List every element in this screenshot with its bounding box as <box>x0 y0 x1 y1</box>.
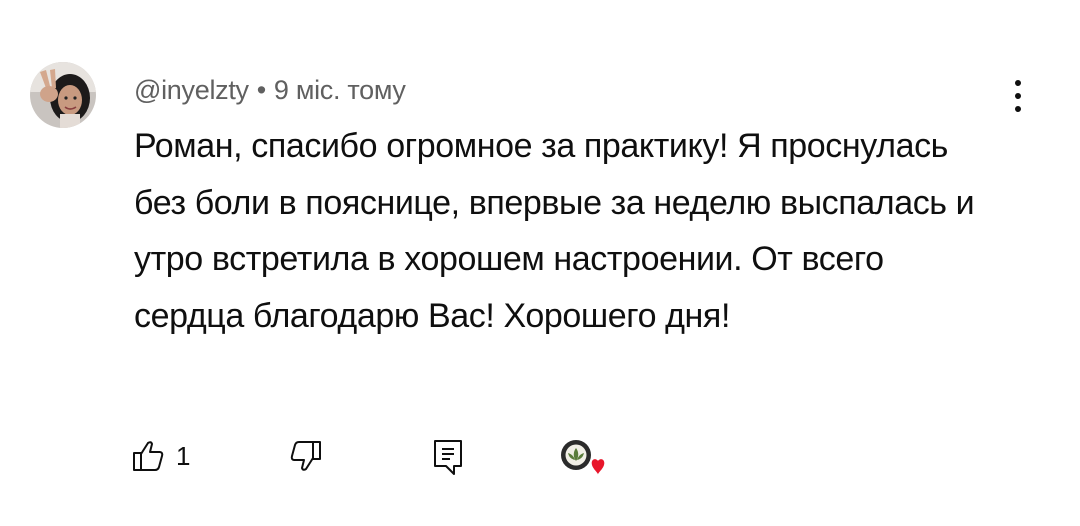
avatar[interactable] <box>30 62 96 128</box>
like-button[interactable]: 1 <box>128 436 190 476</box>
like-count: 1 <box>176 440 191 471</box>
thumb-up-icon <box>133 441 164 471</box>
reply-button[interactable] <box>428 436 468 480</box>
more-vert-icon-dot <box>1015 106 1021 112</box>
comment-header: @inyelzty • 9 міс. тому <box>134 70 406 110</box>
comment-text: Роман, спасибо огромное за практику! Я п… <box>134 127 975 335</box>
creator-heart-badge <box>556 438 616 488</box>
dislike-button[interactable] <box>286 436 326 476</box>
thumb-down-icon <box>290 441 321 471</box>
author-handle[interactable]: @inyelzty <box>134 75 249 106</box>
reply-icon <box>434 440 462 475</box>
comment-thread: @inyelzty • 9 міс. тому Роман, спасибо о… <box>0 0 1080 526</box>
creator-heart-icon <box>561 440 605 475</box>
more-options-button[interactable] <box>998 74 1038 118</box>
avatar-image <box>30 62 96 128</box>
comment-actions: 1 <box>0 430 1080 490</box>
separator-dot: • <box>256 74 266 105</box>
more-vert-icon <box>1015 80 1021 86</box>
comment-time[interactable]: 9 міс. тому <box>274 75 406 106</box>
more-vert-icon-dot <box>1015 93 1021 99</box>
